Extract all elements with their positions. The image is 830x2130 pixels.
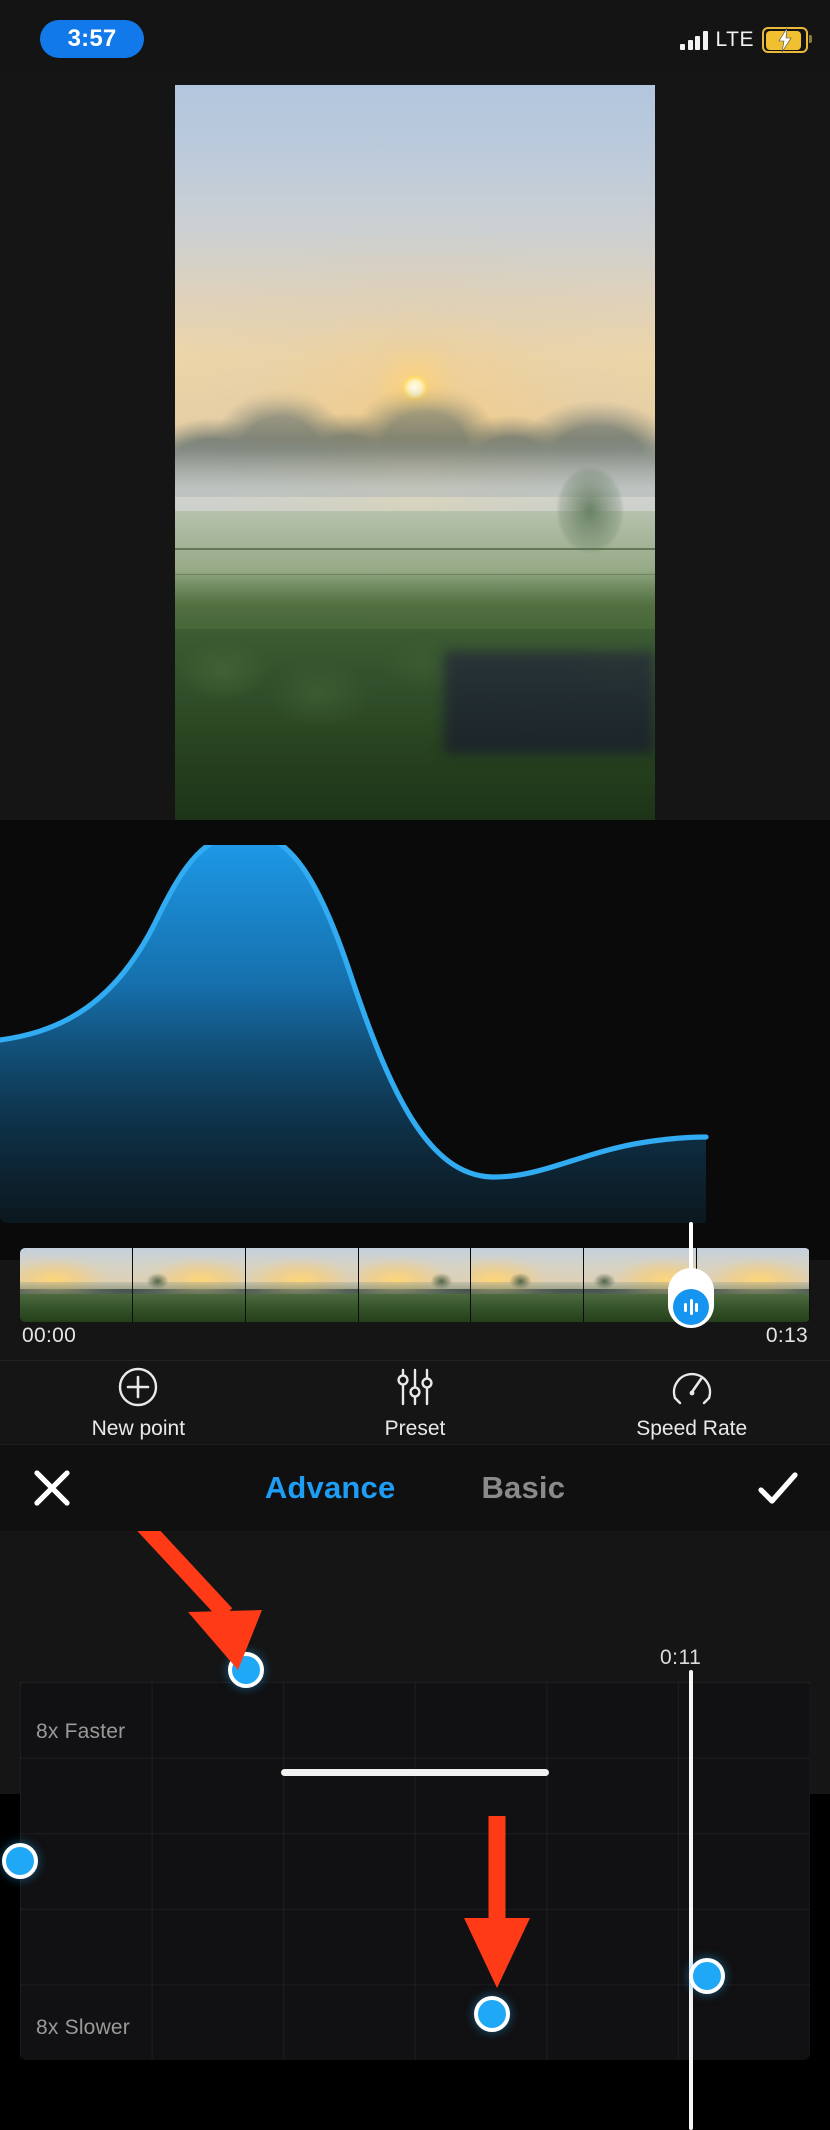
speedometer-icon [672,1372,711,1404]
bolt-glyph [778,28,792,52]
bottom-action-bar: Advance Basic [0,1444,830,1531]
curve-tool-row: New point Preset Speed Rate [0,1360,830,1445]
axis-label-slower: 8x Slower [36,2016,131,2039]
status-time: 3:57 [40,20,144,58]
filmstrip-frame [20,1248,133,1322]
curve-keyframe-4[interactable] [689,1958,725,1994]
timeline-start-time: 00:00 [22,1324,77,1347]
curve-keyframe-2[interactable] [228,1652,264,1688]
speed-curve-graph [0,845,709,1223]
sliders-icon [397,1368,433,1405]
check-icon [758,1472,798,1504]
speed-rate-label: Speed Rate [636,1416,748,1440]
mode-tabs: Advance Basic [0,1470,830,1506]
plus-circle-icon [119,1367,158,1406]
playhead-time-label: 0:11 [660,1646,702,1669]
timeline-end-time: 0:13 [765,1324,808,1347]
new-point-label: New point [91,1416,186,1440]
curve-keyframe-3[interactable] [474,1996,510,2032]
battery-charging-icon [762,27,812,53]
tab-advance[interactable]: Advance [265,1470,396,1506]
timeline-time-row: 00:00 0:13 [0,1324,830,1356]
axis-label-faster: 8x Faster [36,1720,126,1743]
app-root: 3:57 LTE 0:11 8x Faster 8x Slower 00:00 … [0,0,830,2130]
signal-bars-icon [680,30,708,50]
filmstrip-frame [471,1248,585,1322]
video-frame[interactable] [175,85,655,820]
speed-curve-editor[interactable]: 0:11 8x Faster 8x Slower [0,820,830,2130]
audio-waveform-icon [673,1289,709,1325]
video-preview-area[interactable] [0,72,830,820]
home-indicator [281,1769,549,1776]
new-point-button[interactable]: New point [0,1366,277,1441]
curve-keyframe-1[interactable] [2,1843,38,1879]
filmstrip-frame [697,1248,810,1322]
status-bar: 3:57 LTE [0,0,830,72]
filmstrip-frame [245,1248,359,1322]
network-type-label: LTE [715,28,754,51]
curve-playhead[interactable] [689,1670,693,2130]
speed-rate-button[interactable]: Speed Rate [553,1366,830,1441]
tab-basic[interactable]: Basic [481,1470,565,1506]
filmstrip-frame [132,1248,246,1322]
confirm-button[interactable] [752,1462,804,1514]
preset-label: Preset [384,1416,446,1440]
status-indicators: LTE [680,26,812,54]
preset-button[interactable]: Preset [277,1366,554,1441]
filmstrip-frame [358,1248,472,1322]
